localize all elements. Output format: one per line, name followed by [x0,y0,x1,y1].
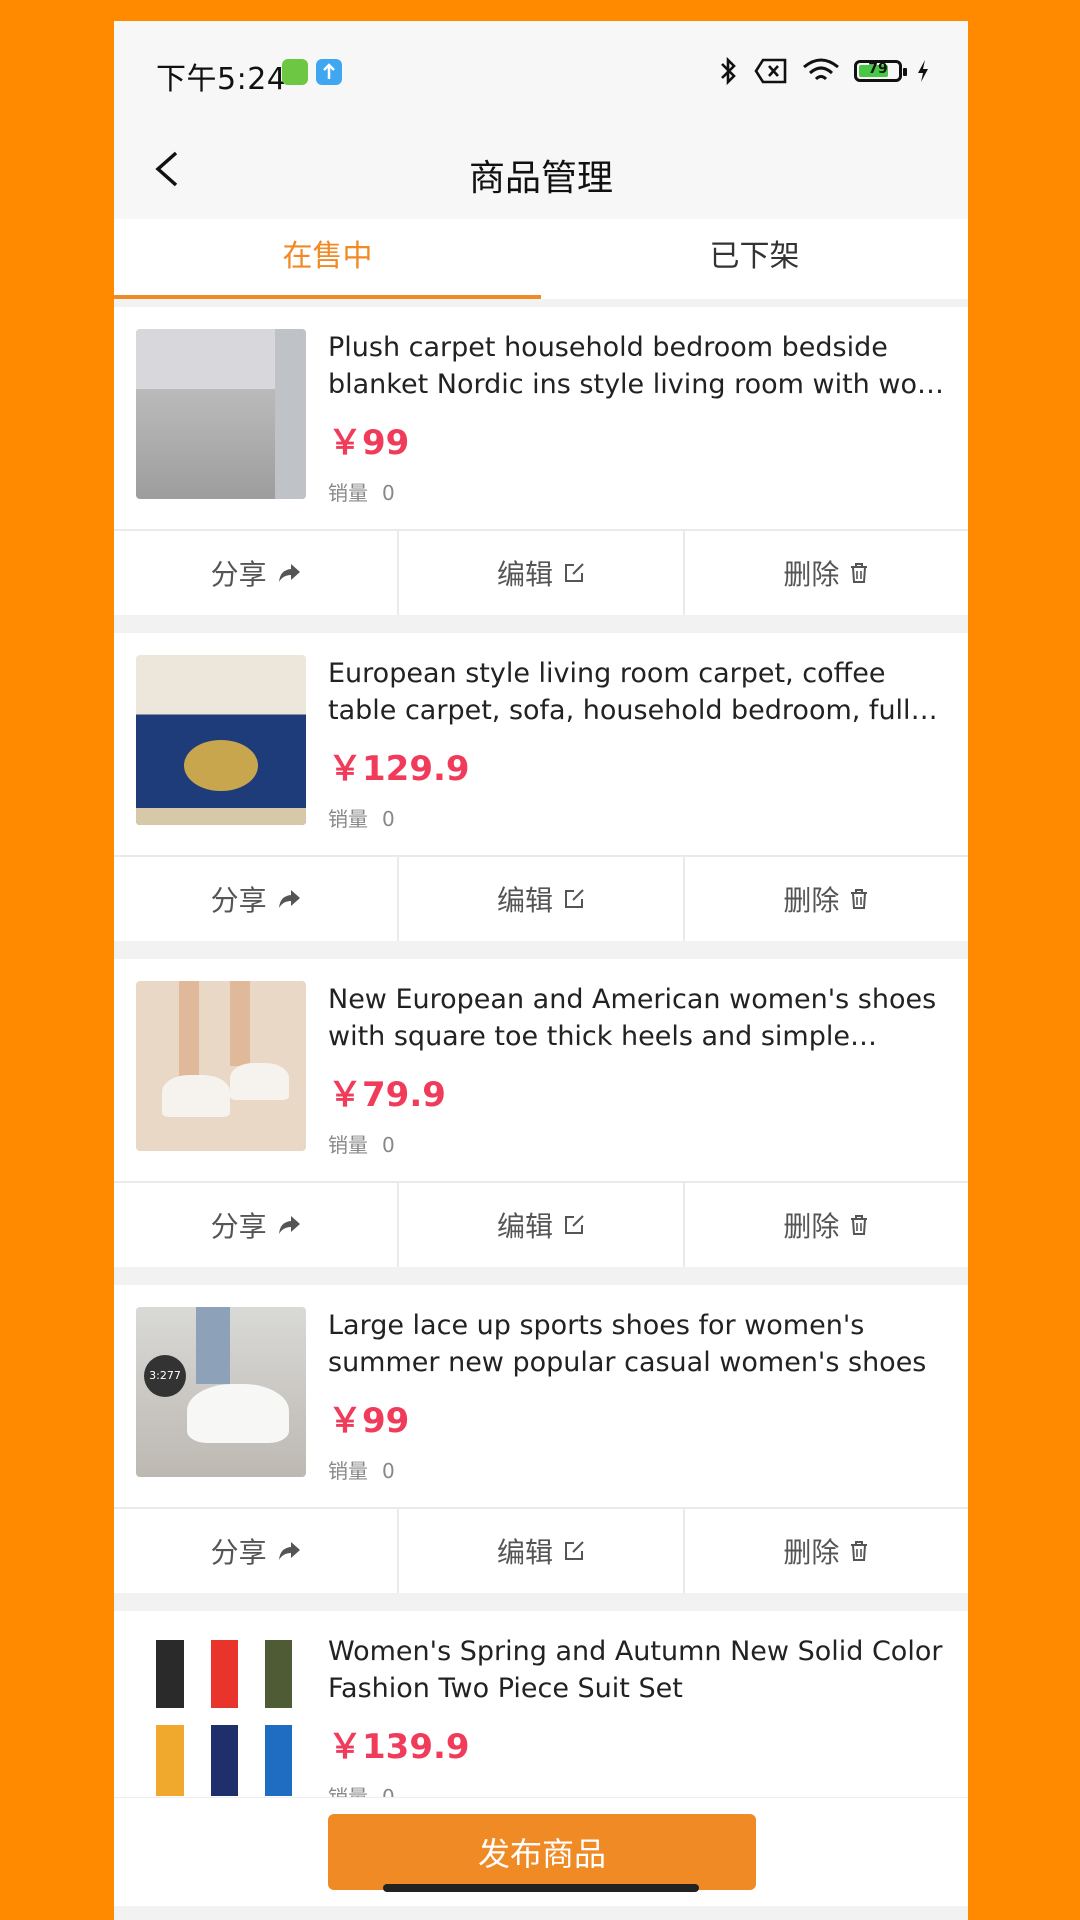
tab-off-shelf[interactable]: 已下架 [541,219,968,299]
tab-bar: 在售中 已下架 [114,219,968,299]
product-sales: 销量 0 [328,1133,395,1157]
product-image-carpet-gray[interactable] [136,329,306,499]
product-card: European style living room carpet, coffe… [114,633,968,941]
share-icon [278,890,300,908]
product-item[interactable]: European style living room carpet, coffe… [114,633,968,855]
delete-button[interactable]: 删除 [682,531,968,615]
page-title: 商品管理 [468,158,613,199]
image-count-badge: 3:277 [144,1355,186,1397]
product-item[interactable]: 3:277 Large lace up sports shoes for wom… [114,1285,968,1507]
product-sales: 销量 0 [328,807,395,831]
product-name: European style living room carpet, coffe… [328,658,927,726]
product-name: Women's Spring and Autumn New Solid Colo… [328,1636,943,1704]
share-button[interactable]: 分享 [114,1509,397,1593]
edit-button[interactable]: 编辑 [397,857,682,941]
edit-icon [565,563,584,582]
product-item[interactable]: Plush carpet household bedroom bedside b… [114,307,968,529]
product-image-sandals[interactable] [136,981,306,1151]
trash-icon [851,889,868,909]
edit-icon [565,889,584,908]
no-sim-icon [754,58,787,84]
product-price: ￥99 [328,423,410,463]
product-name: Plush carpet household bedroom bedside b… [328,332,941,400]
product-sales: 销量 0 [328,1785,395,1797]
product-price: ￥129.9 [328,749,470,789]
product-sales: 销量 0 [328,481,395,505]
product-card: 3:277 Large lace up sports shoes for wom… [114,1285,968,1593]
product-actions: 分享 编辑 删除 [114,1507,968,1593]
product-price: ￥79.9 [328,1075,446,1115]
share-icon [278,1542,300,1560]
home-indicator[interactable] [383,1884,699,1892]
share-button[interactable]: 分享 [114,857,397,941]
share-button[interactable]: 分享 [114,531,397,615]
trash-icon [851,1215,868,1235]
edit-button[interactable]: 编辑 [397,531,682,615]
share-button[interactable]: 分享 [114,1183,397,1267]
product-item[interactable]: New European and American women's shoes … [114,959,968,1181]
footer-bar: 发布商品 [114,1797,968,1906]
product-image-suits[interactable] [136,1633,306,1797]
edit-icon [565,1215,584,1234]
delete-button[interactable]: 删除 [682,1183,968,1267]
edit-button[interactable]: 编辑 [397,1509,682,1593]
product-actions: 分享 编辑 删除 [114,529,968,615]
share-icon [278,1216,300,1234]
product-price: ￥139.9 [328,1727,470,1767]
product-list[interactable]: Plush carpet household bedroom bedside b… [114,307,968,1797]
charging-icon [918,60,928,82]
battery-level: 79 [868,61,888,77]
product-actions: 分享 编辑 删除 [114,1181,968,1267]
edit-button[interactable]: 编辑 [397,1183,682,1267]
product-sales: 销量 0 [328,1459,395,1483]
product-item[interactable]: Women's Spring and Autumn New Solid Colo… [114,1611,968,1797]
trash-icon [851,563,868,583]
bluetooth-icon [721,56,736,86]
wifi-icon [803,58,839,81]
nav-bar: 商品管理 [114,121,968,219]
publish-product-button[interactable]: 发布商品 [328,1814,756,1890]
product-name: Large lace up sports shoes for women's s… [328,1310,927,1378]
battery-icon: 79 [854,60,907,82]
product-image-sneakers[interactable]: 3:277 [136,1307,306,1477]
product-card: Plush carpet household bedroom bedside b… [114,307,968,615]
delete-button[interactable]: 删除 [682,1509,968,1593]
status-bar: 下午5:24 79 [114,21,968,121]
upload-notification-icon [316,59,342,85]
edit-icon [565,1541,584,1560]
product-card: Women's Spring and Autumn New Solid Colo… [114,1611,968,1797]
trash-icon [851,1541,868,1561]
app-notification-icon [282,59,308,85]
product-actions: 分享 编辑 删除 [114,855,968,941]
share-icon [278,564,300,582]
tab-on-sale[interactable]: 在售中 [114,219,541,299]
product-name: New European and American women's shoes … [328,984,937,1052]
product-price: ￥99 [328,1401,410,1441]
product-card: New European and American women's shoes … [114,959,968,1267]
delete-button[interactable]: 删除 [682,857,968,941]
phone-screen: 下午5:24 79 商品管理 在售中 已下架 Plush carpet hous… [114,21,968,1920]
product-image-carpet-blue[interactable] [136,655,306,825]
status-time: 下午5:24 [156,62,287,97]
